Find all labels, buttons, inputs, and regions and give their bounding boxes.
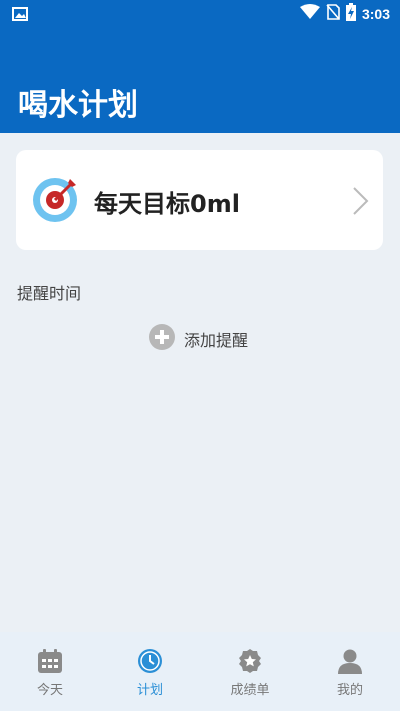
person-icon	[337, 648, 363, 674]
reminder-section-label: 提醒时间	[17, 284, 82, 303]
nav-item-report[interactable]: 成绩单	[200, 632, 300, 711]
battery-charging-icon	[345, 3, 356, 25]
clock-icon	[137, 648, 163, 674]
plus-circle-icon	[148, 323, 176, 355]
bottom-nav: 今天 计划 成绩单 我的	[0, 632, 400, 711]
image-icon	[12, 6, 28, 21]
nav-label-mine: 我的	[336, 683, 363, 698]
daily-goal-card[interactable]: 每天目标0ml	[16, 150, 383, 250]
target-icon	[32, 177, 78, 223]
add-reminder-button[interactable]: 添加提醒	[148, 323, 249, 355]
nav-label-plan: 计划	[136, 683, 163, 698]
page-title: 喝水计划	[18, 88, 138, 123]
no-sim-icon	[326, 4, 340, 24]
nav-item-plan[interactable]: 计划	[100, 632, 200, 711]
daily-goal-text: 每天目标0ml	[94, 190, 240, 218]
nav-item-mine[interactable]: 我的	[300, 632, 400, 711]
status-bar: 3:03	[0, 0, 400, 28]
nav-item-today[interactable]: 今天	[0, 632, 100, 711]
nav-label-today: 今天	[36, 683, 63, 698]
badge-star-icon	[237, 648, 263, 674]
app-bar: 喝水计划	[0, 28, 400, 133]
calendar-icon	[37, 648, 63, 674]
status-time: 3:03	[361, 6, 390, 22]
wifi-icon	[299, 4, 320, 24]
nav-label-report: 成绩单	[230, 683, 270, 698]
chevron-right-icon	[351, 186, 369, 216]
add-reminder-label: 添加提醒	[184, 331, 249, 350]
